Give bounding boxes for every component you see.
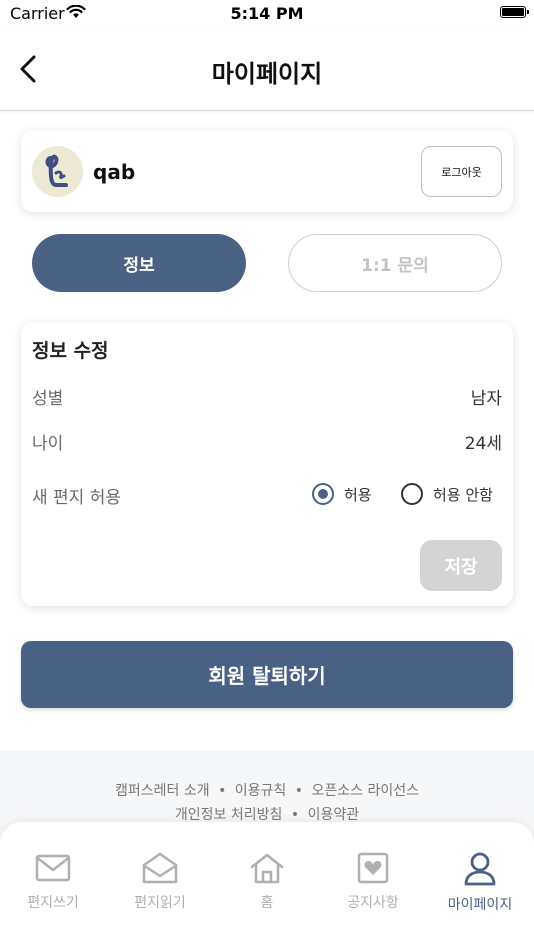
link-terms[interactable]: 이용약관 xyxy=(308,807,360,823)
allow-radio[interactable] xyxy=(312,483,334,505)
allow-radio-label[interactable]: 허용 xyxy=(344,484,372,505)
page-title: 마이페이지 xyxy=(211,60,323,88)
heart-frame-icon xyxy=(357,852,389,884)
link-privacy[interactable]: 개인정보 처리방침 xyxy=(175,807,283,823)
tabbar-item-write[interactable]: 편지쓰기 xyxy=(0,852,106,912)
tab-info[interactable]: 정보 xyxy=(32,234,246,292)
tabbar-item-home[interactable]: 홈 xyxy=(214,852,320,912)
footer-links-row-2: 개인정보 처리방침 • 이용약관 xyxy=(0,804,534,824)
open-envelope-icon xyxy=(142,852,178,884)
gender-label: 성별 xyxy=(32,389,64,409)
logout-button[interactable]: 로그아웃 xyxy=(421,146,502,197)
section-title: 정보 수정 xyxy=(32,340,109,362)
letter-permission-label: 새 편지 허용 xyxy=(32,488,122,508)
footer-links-row-1: 캠퍼스레터 소개 • 이용규칙 • 오픈소스 라이선스 xyxy=(0,780,534,800)
tab-inquiry[interactable]: 1:1 문의 xyxy=(288,234,502,292)
separator: • xyxy=(294,783,304,799)
tabbar-item-read[interactable]: 편지읽기 xyxy=(107,852,213,912)
username: qab xyxy=(93,160,136,184)
tabbar-label: 공지사항 xyxy=(347,895,399,911)
tabbar-label: 편지쓰기 xyxy=(27,895,79,911)
profile-card: qab 로그아웃 xyxy=(21,130,513,212)
clock: 5:14 PM xyxy=(230,4,304,23)
battery-icon xyxy=(500,6,529,18)
deny-radio[interactable] xyxy=(401,483,423,505)
save-button[interactable]: 저장 xyxy=(420,540,502,591)
age-value: 24세 xyxy=(464,434,502,454)
edit-info-card: 정보 수정 성별 남자 나이 24세 새 편지 허용 허용 허용 안함 저장 xyxy=(21,322,513,606)
status-bar: Carrier 5:14 PM xyxy=(0,0,534,30)
avatar xyxy=(32,146,83,197)
age-label: 나이 xyxy=(32,434,64,454)
link-opensource[interactable]: 오픈소스 라이선스 xyxy=(312,783,420,799)
tabbar-item-notice[interactable]: 공지사항 xyxy=(320,852,426,912)
link-rules[interactable]: 이용규칙 xyxy=(235,783,287,799)
tabbar-label: 홈 xyxy=(260,895,274,911)
separator: • xyxy=(290,807,300,823)
navigation-bar: 마이페이지 xyxy=(0,30,534,111)
deny-radio-label[interactable]: 허용 안함 xyxy=(433,484,493,505)
user-icon xyxy=(464,852,496,886)
bottom-tab-bar: 편지쓰기 편지읽기 홈 공지사항 마이페이지 xyxy=(0,822,534,950)
envelope-icon xyxy=(35,854,71,882)
gender-value: 남자 xyxy=(470,389,502,409)
tabbar-label: 마이페이지 xyxy=(447,897,513,913)
link-about[interactable]: 캠퍼스레터 소개 xyxy=(115,783,210,799)
tabbar-label: 편지읽기 xyxy=(134,895,186,911)
home-icon xyxy=(250,853,284,884)
withdraw-button[interactable]: 회원 탈퇴하기 xyxy=(21,641,513,708)
separator: • xyxy=(218,783,227,799)
tabbar-item-mypage[interactable]: 마이페이지 xyxy=(427,852,533,914)
